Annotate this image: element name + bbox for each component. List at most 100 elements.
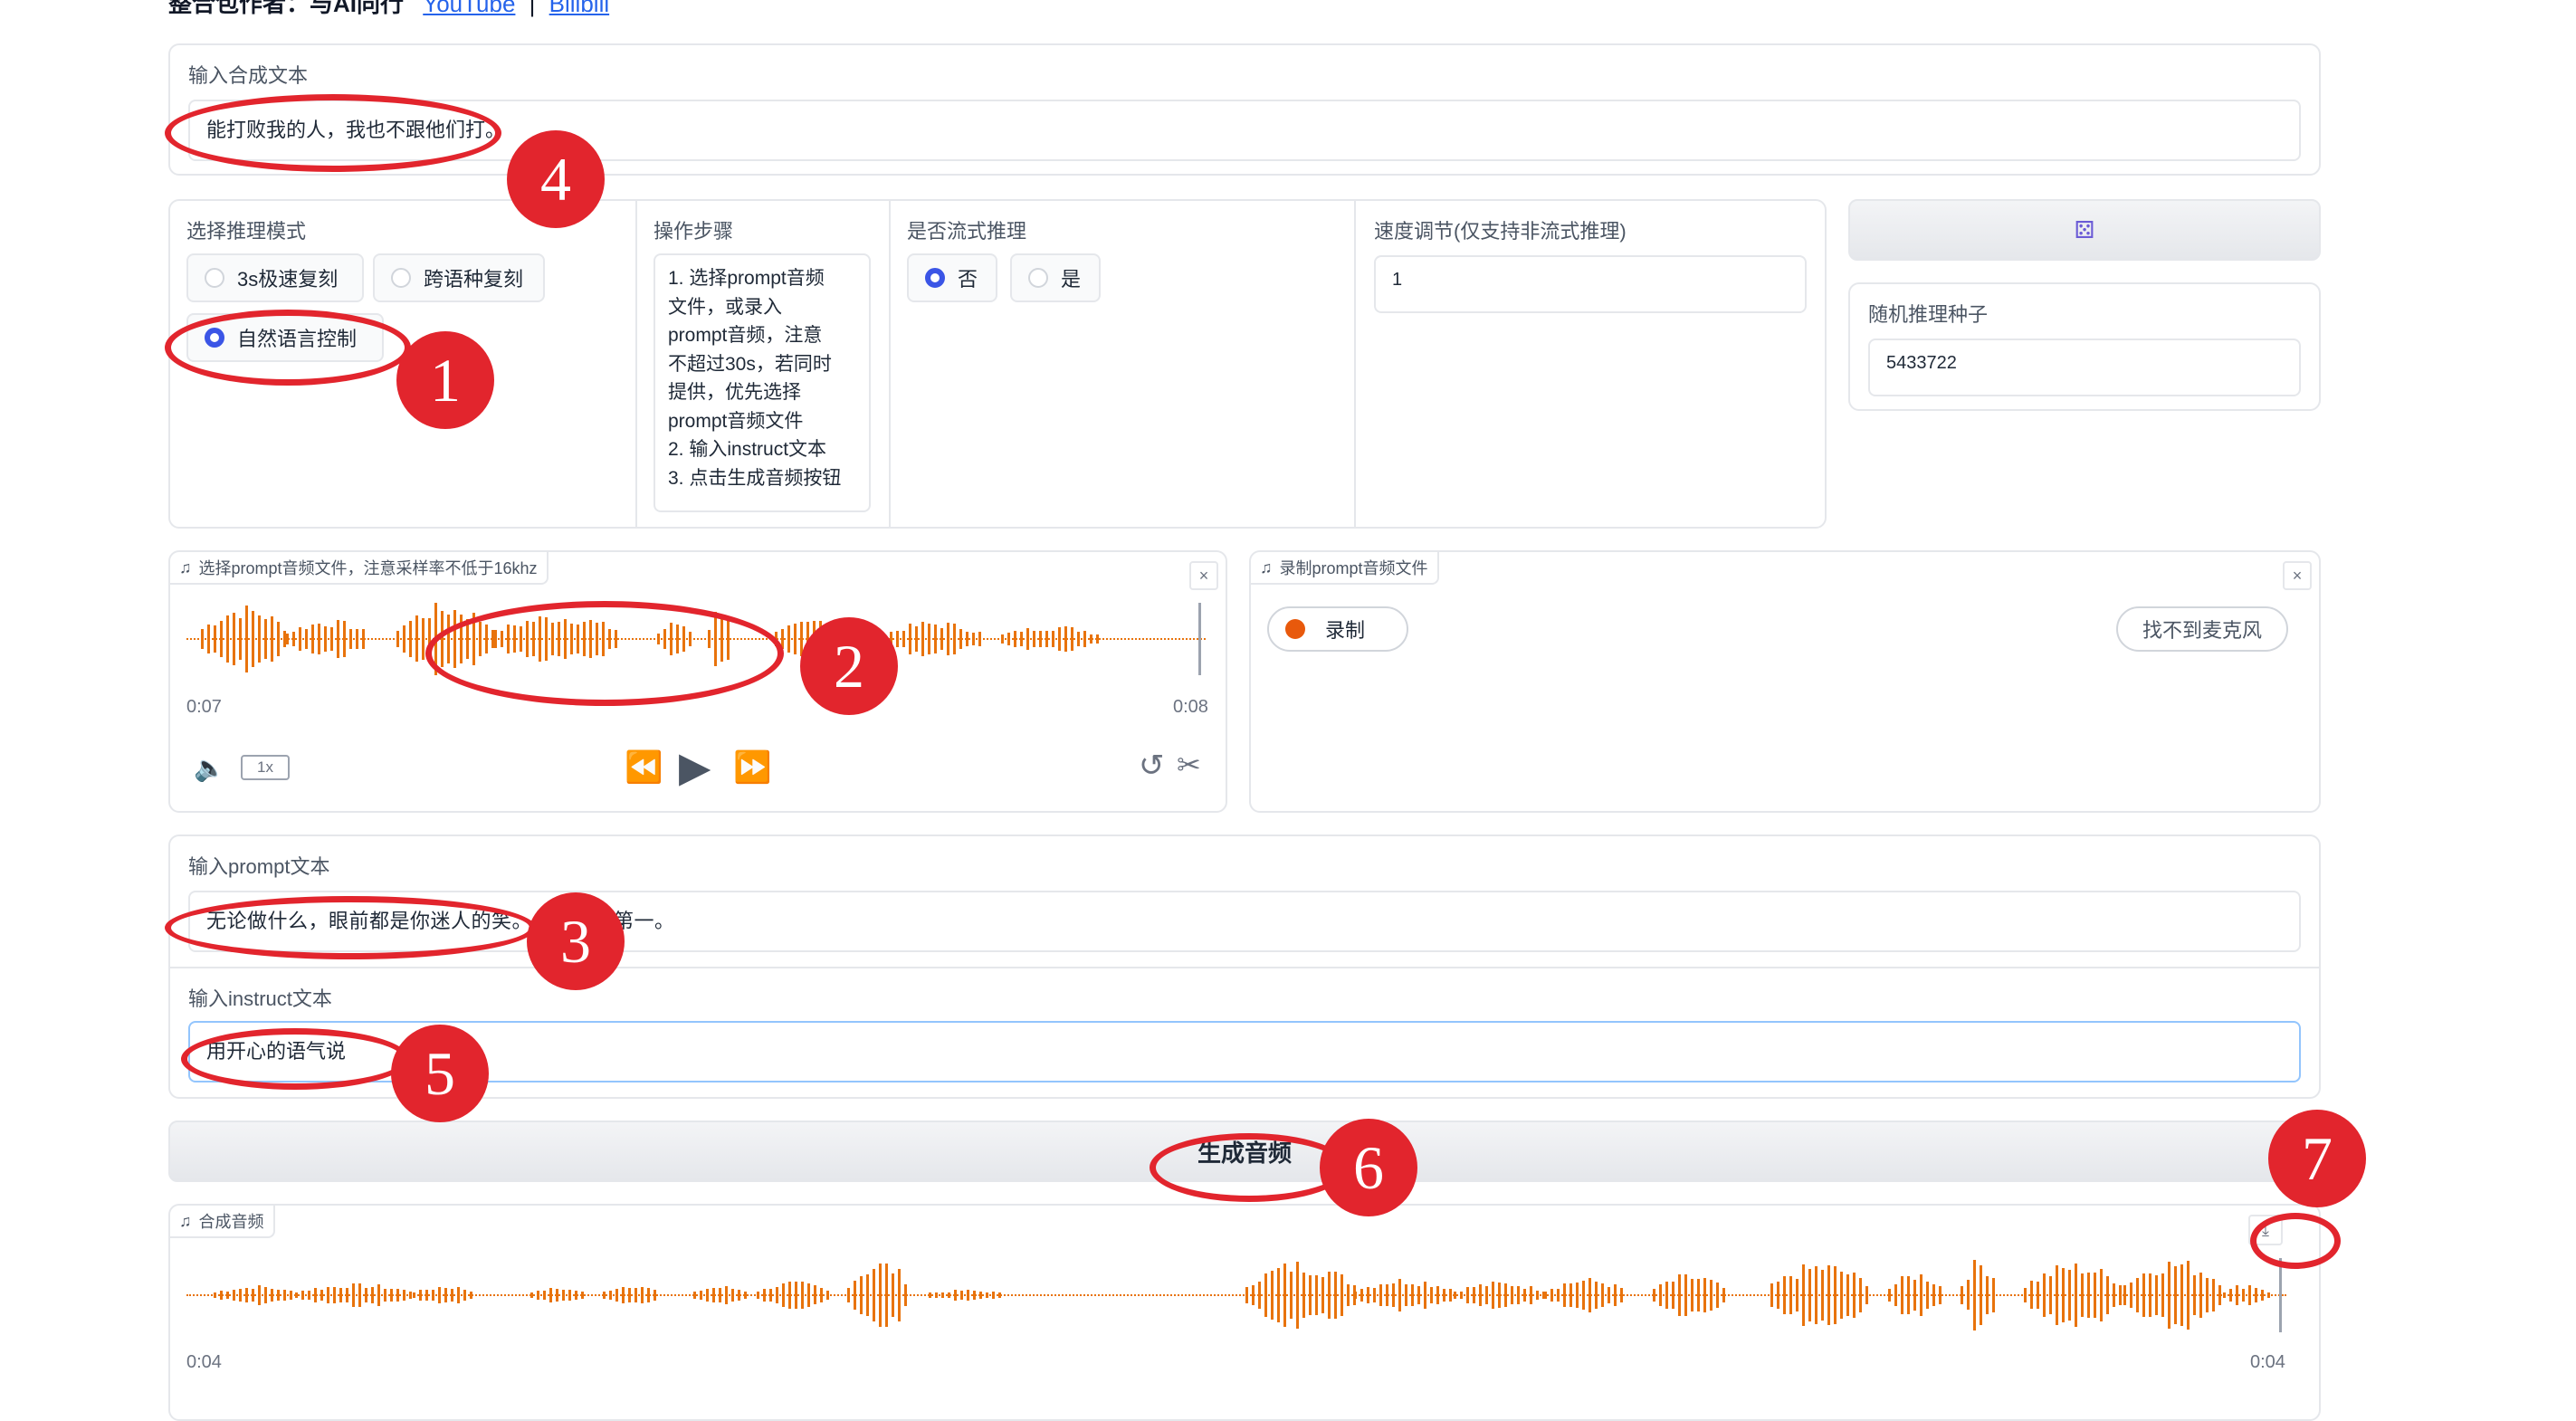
- waveform-bar: [609, 1291, 612, 1300]
- waveform-bar: [1967, 1280, 1970, 1311]
- waveform-bar: [1039, 631, 1042, 647]
- radio-stream-yes[interactable]: 是: [1010, 253, 1101, 302]
- youtube-link[interactable]: YouTube: [423, 0, 515, 17]
- waveform-bar: [873, 1269, 875, 1321]
- waveform-bar: [986, 1292, 988, 1299]
- prompt-time-start: 0:07: [186, 697, 222, 717]
- waveform-bar: [358, 1283, 361, 1308]
- waveform-bar: [1523, 1288, 1526, 1302]
- undo-icon[interactable]: ↺: [1139, 748, 1165, 784]
- radio-3s-copy[interactable]: 3s极速复刻: [186, 253, 364, 302]
- waveform-bar: [1614, 1283, 1617, 1307]
- waveform-bar: [301, 1291, 304, 1300]
- play-icon[interactable]: ▶: [679, 742, 711, 791]
- waveform-bar: [1961, 1285, 1963, 1305]
- waveform-bar: [973, 1290, 976, 1301]
- playback-speed-button[interactable]: 1x: [241, 755, 290, 780]
- output-waveform[interactable]: [186, 1254, 2286, 1336]
- waveform-bar: [1498, 1283, 1501, 1308]
- annotation-ellipse-6: [1150, 1133, 1349, 1202]
- tts-text-input[interactable]: 能打败我的人，我也不跟他们打。: [188, 100, 2301, 161]
- waveform-bar: [470, 1291, 472, 1300]
- waveform-bar: [425, 1289, 428, 1302]
- waveform-bar: [934, 625, 937, 653]
- seed-label: 随机推理种子: [1868, 303, 1989, 326]
- instruct-input[interactable]: 用开心的语气说: [188, 1021, 2301, 1082]
- radio-stream-no[interactable]: 否: [907, 253, 997, 302]
- waveform-bar: [1684, 1273, 1687, 1317]
- waveform-bar: [1492, 1282, 1494, 1309]
- waveform-bar: [788, 1282, 791, 1309]
- record-button[interactable]: 录制: [1267, 606, 1408, 652]
- waveform-bar: [568, 1289, 571, 1302]
- music-note-icon: ♫: [179, 558, 192, 577]
- waveform-bar: [233, 1290, 235, 1301]
- radio-cross-lingual[interactable]: 跨语种复刻: [373, 253, 545, 302]
- waveform-bar: [1808, 1268, 1811, 1322]
- waveform-bar: [731, 1288, 734, 1302]
- scissors-icon[interactable]: ✂: [1177, 748, 1201, 782]
- waveform-bar: [1569, 1283, 1572, 1308]
- seed-input[interactable]: 5433722: [1868, 339, 2301, 396]
- close-icon[interactable]: ×: [1189, 561, 1218, 590]
- waveform-bar: [283, 1289, 286, 1302]
- waveform-bar: [1454, 1291, 1456, 1300]
- steps-textarea: 1. 选择prompt音频 文件，或录入 prompt音频，注意 不超过30s，…: [654, 253, 871, 512]
- waveform-bar: [314, 1288, 317, 1302]
- radio-dot: [205, 268, 224, 288]
- waveform-bar: [854, 1281, 856, 1310]
- waveform-bar: [1703, 1278, 1706, 1312]
- radio-label: 3s极速复刻: [237, 268, 339, 291]
- waveform-bar: [1354, 1291, 1357, 1300]
- waveform-bar: [814, 1285, 816, 1305]
- waveform-bar: [2024, 1287, 2027, 1303]
- waveform-bar: [324, 625, 327, 653]
- waveform-bar: [403, 625, 405, 653]
- radio-dot: [391, 268, 411, 288]
- waveform-bar: [290, 1291, 292, 1300]
- waveform-bar: [2087, 1272, 2090, 1319]
- waveform-bar: [1379, 1284, 1382, 1306]
- waveform-bar: [1449, 1289, 1452, 1302]
- speed-input[interactable]: 1: [1374, 255, 1807, 313]
- waveform-bar: [892, 1273, 894, 1317]
- waveform-bar: [245, 606, 248, 672]
- waveform-bar: [362, 629, 365, 649]
- bilibili-link[interactable]: Bilibili: [549, 0, 609, 17]
- output-time-end: 0:04: [2250, 1352, 2285, 1372]
- waveform-bar: [371, 1286, 374, 1304]
- waveform-bar: [1334, 1271, 1337, 1320]
- random-seed-button[interactable]: ⚄: [1848, 199, 2321, 261]
- waveform-bar: [860, 1275, 863, 1315]
- waveform-bar: [305, 628, 308, 650]
- volume-icon[interactable]: 🔈: [194, 753, 225, 783]
- radio-label: 是: [1061, 268, 1082, 291]
- record-label: 录制prompt音频文件: [1279, 559, 1428, 577]
- waveform-bar: [1536, 1291, 1539, 1300]
- waveform-bar: [549, 1288, 552, 1302]
- waveform-bar: [419, 1289, 422, 1302]
- waveform-bar: [885, 1264, 888, 1327]
- waveform-bar: [1697, 1278, 1700, 1312]
- waveform-bar: [719, 1287, 721, 1303]
- close-icon[interactable]: ×: [2283, 561, 2312, 590]
- waveform-bar: [935, 1292, 938, 1298]
- waveform-bar: [339, 1287, 342, 1303]
- waveform-bar: [264, 619, 267, 659]
- waveform-bar: [1665, 1282, 1668, 1309]
- step-line: 提供，优先选择: [668, 382, 801, 403]
- waveform-bar: [1411, 1283, 1414, 1307]
- waveform-bar: [941, 1292, 944, 1299]
- waveform-bar: [264, 1287, 267, 1303]
- rewind-icon[interactable]: ⏪: [625, 749, 663, 786]
- waveform-bar: [1007, 633, 1010, 645]
- radio-dot: [1028, 268, 1048, 288]
- no-microphone-button[interactable]: 找不到麦克风: [2116, 606, 2288, 652]
- waveform-bar: [2199, 1273, 2202, 1318]
- fast-forward-icon[interactable]: ⏩: [733, 749, 771, 786]
- separator: |: [529, 0, 536, 17]
- prompt-text-label: 输入prompt文本: [188, 855, 330, 878]
- waveform-bar: [2130, 1283, 2132, 1308]
- waveform-bar: [1417, 1285, 1420, 1305]
- step-line: prompt音频文件: [668, 410, 804, 432]
